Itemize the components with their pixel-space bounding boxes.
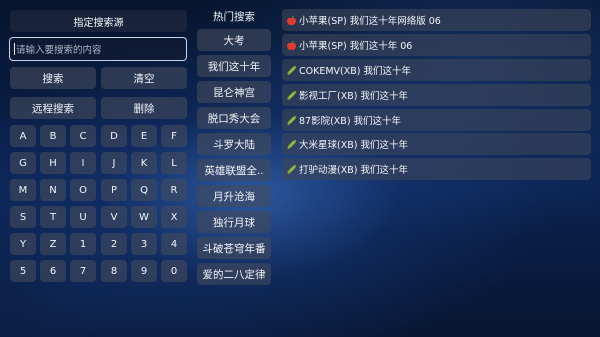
- remote-search-button[interactable]: 远程搜索: [10, 97, 96, 119]
- key-3[interactable]: 3: [131, 233, 157, 255]
- cucumber-icon: [286, 139, 297, 150]
- key-u[interactable]: U: [70, 206, 96, 228]
- text-caret: [14, 43, 15, 55]
- hot-search-item[interactable]: 斗破苍穹年番: [197, 237, 271, 259]
- result-row[interactable]: 打驴动漫(XB) 我们这十年: [282, 158, 591, 180]
- result-text: 影视工厂(XB) 我们这十年: [299, 91, 408, 102]
- key-t[interactable]: T: [40, 206, 66, 228]
- cucumber-icon: [286, 65, 297, 76]
- key-8[interactable]: 8: [101, 260, 127, 282]
- key-b[interactable]: B: [40, 125, 66, 147]
- delete-button-label: 删除: [133, 102, 155, 115]
- key-5[interactable]: 5: [10, 260, 36, 282]
- key-g[interactable]: G: [10, 152, 36, 174]
- hot-search-item[interactable]: 大考: [197, 29, 271, 51]
- key-w[interactable]: W: [131, 206, 157, 228]
- result-text: COKEMV(XB) 我们这十年: [299, 66, 411, 77]
- cucumber-icon: [286, 164, 297, 175]
- key-1[interactable]: 1: [70, 233, 96, 255]
- key-d[interactable]: D: [101, 125, 127, 147]
- hot-search-item[interactable]: 脱口秀大会: [197, 107, 271, 129]
- key-k[interactable]: K: [131, 152, 157, 174]
- key-y[interactable]: Y: [10, 233, 36, 255]
- apple-icon: [286, 15, 297, 26]
- result-text: 小苹果(SP) 我们这十年 06: [299, 41, 413, 52]
- delete-button[interactable]: 删除: [101, 97, 187, 119]
- result-row[interactable]: 影视工厂(XB) 我们这十年: [282, 84, 591, 106]
- key-j[interactable]: J: [101, 152, 127, 174]
- result-text: 打驴动漫(XB) 我们这十年: [299, 165, 408, 176]
- hot-search-item[interactable]: 月升沧海: [197, 185, 271, 207]
- apple-icon: [286, 40, 297, 51]
- key-s[interactable]: S: [10, 206, 36, 228]
- result-row[interactable]: 小苹果(SP) 我们这十年 06: [282, 34, 591, 56]
- key-h[interactable]: H: [40, 152, 66, 174]
- source-selector[interactable]: 指定搜索源: [10, 10, 187, 32]
- result-text: 大米星球(XB) 我们这十年: [299, 140, 408, 151]
- cucumber-icon: [286, 90, 297, 101]
- key-o[interactable]: O: [70, 179, 96, 201]
- remote-search-button-label: 远程搜索: [32, 102, 74, 115]
- key-r[interactable]: R: [161, 179, 187, 201]
- key-c[interactable]: C: [70, 125, 96, 147]
- key-9[interactable]: 9: [131, 260, 157, 282]
- search-placeholder: 请输入要搜索的内容: [16, 45, 102, 56]
- search-button[interactable]: 搜索: [10, 67, 96, 89]
- key-2[interactable]: 2: [101, 233, 127, 255]
- key-v[interactable]: V: [101, 206, 127, 228]
- result-row[interactable]: 大米星球(XB) 我们这十年: [282, 133, 591, 155]
- hot-search-item[interactable]: 斗罗大陆: [197, 133, 271, 155]
- result-text: 小苹果(SP) 我们这十年网络版 06: [299, 16, 441, 27]
- result-row[interactable]: COKEMV(XB) 我们这十年: [282, 59, 591, 81]
- key-7[interactable]: 7: [70, 260, 96, 282]
- key-e[interactable]: E: [131, 125, 157, 147]
- hot-search-item[interactable]: 我们这十年: [197, 55, 271, 77]
- search-button-label: 搜索: [42, 72, 64, 85]
- hot-search-item[interactable]: 昆仑神宫: [197, 81, 271, 103]
- source-selector-label: 指定搜索源: [73, 17, 124, 29]
- hot-search-item[interactable]: 爱的二八定律: [197, 263, 271, 285]
- key-q[interactable]: Q: [131, 179, 157, 201]
- key-p[interactable]: P: [101, 179, 127, 201]
- hot-search-item[interactable]: 英雄联盟全..: [197, 159, 271, 181]
- hot-search-title: 热门搜索: [213, 10, 255, 23]
- key-l[interactable]: L: [161, 152, 187, 174]
- result-text: 87影院(XB) 我们这十年: [299, 116, 402, 127]
- key-i[interactable]: I: [70, 152, 96, 174]
- search-input[interactable]: 请输入要搜索的内容: [9, 37, 187, 61]
- key-m[interactable]: M: [10, 179, 36, 201]
- result-row[interactable]: 87影院(XB) 我们这十年: [282, 109, 591, 131]
- key-a[interactable]: A: [10, 125, 36, 147]
- clear-button-label: 清空: [133, 72, 155, 85]
- key-x[interactable]: X: [161, 206, 187, 228]
- cucumber-icon: [286, 115, 297, 126]
- hot-search-item[interactable]: 独行月球: [197, 211, 271, 233]
- clear-button[interactable]: 清空: [101, 67, 187, 89]
- key-0[interactable]: 0: [161, 260, 187, 282]
- key-4[interactable]: 4: [161, 233, 187, 255]
- key-6[interactable]: 6: [40, 260, 66, 282]
- result-row[interactable]: 小苹果(SP) 我们这十年网络版 06: [282, 9, 591, 31]
- key-f[interactable]: F: [161, 125, 187, 147]
- key-n[interactable]: N: [40, 179, 66, 201]
- key-z[interactable]: Z: [40, 233, 66, 255]
